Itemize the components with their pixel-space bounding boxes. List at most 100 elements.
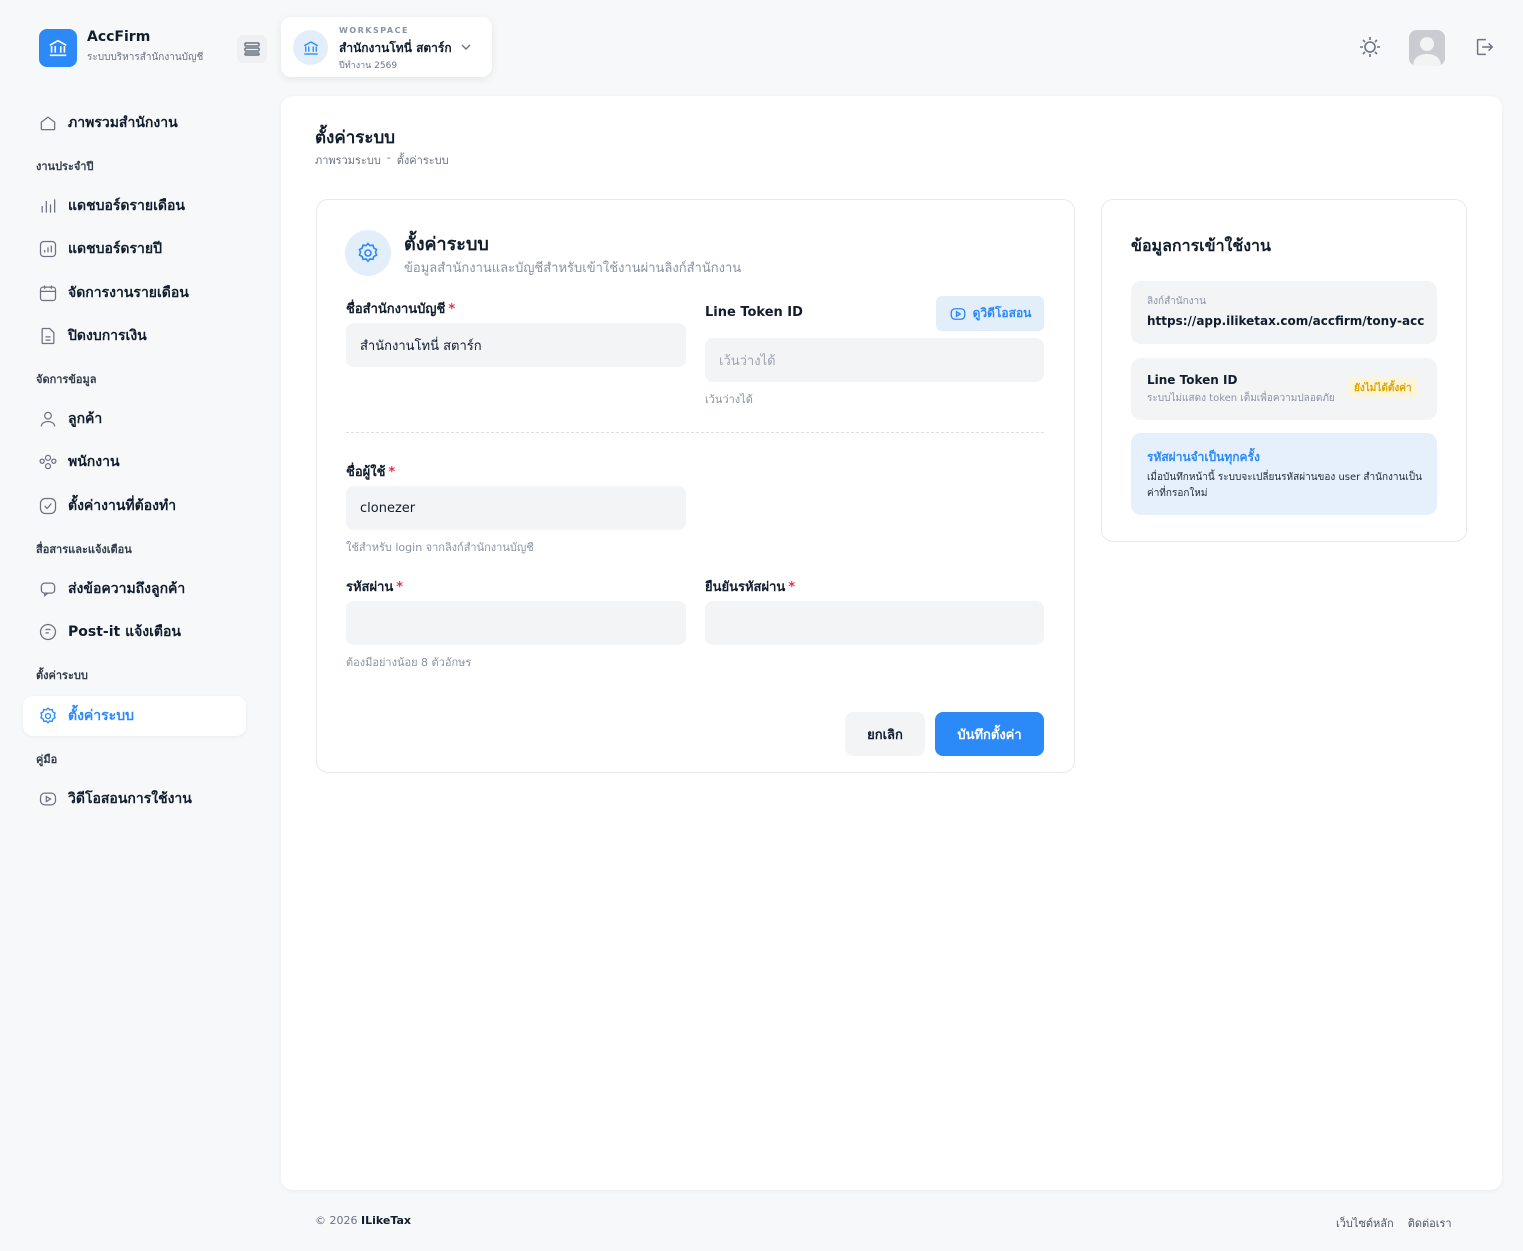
page-title: ตั้งค่าระบบ bbox=[315, 128, 396, 148]
sidebar-item-customers[interactable]: ลูกค้า bbox=[23, 399, 246, 439]
workspace-label: WORKSPACE bbox=[339, 26, 409, 35]
workspace-name: สำนักงานโทนี่ สตาร์ก bbox=[339, 41, 452, 55]
sidebar-item-label: ตั้งค่างานที่ต้องทำ bbox=[68, 498, 177, 514]
nav-section-heading: งานประจำปี bbox=[36, 160, 94, 173]
sidebar-item-label: Post-it แจ้งเตือน bbox=[68, 624, 181, 640]
nav-section-heading: สื่อสารและแจ้งเตือน bbox=[36, 543, 132, 556]
workspace-switcher[interactable]: WORKSPACE สำนักงานโทนี่ สตาร์ก ปีทำงาน 2… bbox=[281, 17, 492, 77]
sidebar-item-label: ลูกค้า bbox=[68, 411, 103, 427]
watch-video-button[interactable]: ดูวิดีโอสอน bbox=[936, 296, 1044, 331]
sidebar-item-label: ภาพรวมสำนักงาน bbox=[68, 115, 178, 131]
password-label: รหัสผ่าน * bbox=[346, 576, 403, 597]
sidebar-item-label: ตั้งค่าระบบ bbox=[68, 708, 134, 724]
office-name-input[interactable]: สำนักงานโทนี่ สตาร์ก bbox=[346, 323, 686, 367]
form-title: ตั้งค่าระบบ bbox=[404, 234, 489, 255]
sidebar-item-label: พนักงาน bbox=[68, 454, 120, 470]
bank-icon bbox=[293, 30, 328, 65]
theme-toggle-button[interactable] bbox=[1356, 33, 1384, 61]
sidebar-item-label: จัดการงานรายเดือน bbox=[68, 285, 189, 301]
calendar-icon bbox=[38, 283, 58, 303]
footer-link-contact[interactable]: ติดต่อเรา bbox=[1408, 1214, 1452, 1232]
sidebar-item-monthly-dashboard[interactable]: แดชบอร์ดรายเดือน bbox=[23, 186, 246, 226]
sidebar-item-video-tutorials[interactable]: วิดีโอสอนการใช้งาน bbox=[23, 779, 246, 819]
nav-section-heading: คู่มือ bbox=[36, 753, 58, 766]
username-label: ชื่อผู้ใช้ * bbox=[346, 461, 395, 482]
password-input[interactable] bbox=[346, 601, 686, 645]
copyright-text: © 2026 bbox=[315, 1214, 358, 1227]
password-hint: ต้องมีอย่างน้อย 8 ตัวอักษร bbox=[346, 656, 472, 669]
section-divider bbox=[346, 432, 1044, 433]
watch-video-label: ดูวิดีโอสอน bbox=[972, 306, 1032, 320]
sidebar-item-employees[interactable]: พนักงาน bbox=[23, 442, 246, 482]
required-mark: * bbox=[388, 465, 396, 480]
check-box-icon bbox=[38, 496, 58, 516]
bank-icon bbox=[49, 39, 67, 57]
sidebar-item-postit[interactable]: Post-it แจ้งเตือน bbox=[23, 612, 246, 652]
line-token-label: Line Token ID bbox=[705, 305, 803, 320]
user-icon bbox=[38, 409, 58, 429]
sticky-note-icon bbox=[38, 622, 58, 642]
logout-button[interactable] bbox=[1470, 33, 1498, 61]
app-subtitle: ระบบบริหารสำนักงานบัญชี bbox=[87, 52, 204, 63]
required-mark: * bbox=[448, 302, 456, 317]
chevron-down-icon bbox=[458, 39, 474, 59]
sidebar-item-label: แดชบอร์ดรายเดือน bbox=[68, 198, 185, 214]
bar-chart-icon bbox=[38, 196, 58, 216]
app-logo[interactable] bbox=[39, 29, 77, 67]
sidebar-item-financial-closing[interactable]: ปิดงบการเงิน bbox=[23, 316, 246, 356]
footer-copyright: © 2026 ILikeTax bbox=[315, 1214, 411, 1227]
sidebar-item-yearly-dashboard[interactable]: แดชบอร์ดรายปี bbox=[23, 229, 246, 269]
sidebar-item-label: วิดีโอสอนการใช้งาน bbox=[68, 791, 192, 807]
sidebar-item-overview[interactable]: ภาพรวมสำนักงาน bbox=[23, 103, 246, 143]
workspace-year: ปีทำงาน 2569 bbox=[339, 61, 398, 71]
breadcrumb-item[interactable]: ภาพรวมระบบ bbox=[315, 151, 381, 169]
gear-icon bbox=[345, 230, 391, 276]
password-note-title: รหัสผ่านจำเป็นทุกครั้ง bbox=[1147, 450, 1260, 464]
required-mark: * bbox=[788, 580, 796, 595]
password-note-text: เมื่อบันทึกหน้านี้ ระบบจะเปลี่ยนรหัสผ่าน… bbox=[1147, 472, 1422, 499]
cancel-button[interactable]: ยกเลิก bbox=[845, 712, 925, 756]
video-icon bbox=[950, 307, 966, 320]
nav-section-heading: จัดการข้อมูล bbox=[36, 373, 97, 386]
office-link-box bbox=[1131, 281, 1437, 344]
footer-links: เว็บไซต์หลัก ติดต่อเรา bbox=[1336, 1214, 1452, 1232]
status-badge: ยังไม่ได้ตั้งค่า bbox=[1348, 378, 1418, 398]
breadcrumb-separator: - bbox=[386, 151, 391, 164]
label-text: รหัสผ่าน bbox=[346, 580, 394, 595]
confirm-password-label: ยืนยันรหัสผ่าน * bbox=[705, 576, 795, 597]
document-icon bbox=[38, 326, 58, 346]
office-link-value[interactable]: https://app.iliketax.com/accfirm/tony-ac… bbox=[1147, 314, 1424, 328]
sidebar-item-message-customers[interactable]: ส่งข้อความถึงลูกค้า bbox=[23, 569, 246, 609]
sidebar-item-monthly-tasks[interactable]: จัดการงานรายเดือน bbox=[23, 273, 246, 313]
avatar[interactable] bbox=[1409, 30, 1445, 66]
footer-link-main-site[interactable]: เว็บไซต์หลัก bbox=[1336, 1214, 1394, 1232]
sidebar-item-label: ส่งข้อความถึงลูกค้า bbox=[68, 581, 186, 597]
app-name: AccFirm bbox=[87, 29, 151, 45]
office-name-label: ชื่อสำนักงานบัญชี * bbox=[346, 298, 455, 319]
chart-box-icon bbox=[38, 239, 58, 259]
label-text: ชื่อสำนักงานบัญชี bbox=[346, 302, 446, 317]
home-icon bbox=[38, 113, 58, 133]
required-mark: * bbox=[396, 580, 404, 595]
gear-icon bbox=[38, 706, 58, 726]
line-token-input[interactable]: เว้นว่างได้ bbox=[705, 338, 1044, 382]
label-text: ชื่อผู้ใช้ bbox=[346, 465, 386, 480]
logout-icon bbox=[1476, 38, 1494, 56]
menu-toggle-button[interactable] bbox=[237, 35, 267, 63]
confirm-password-input[interactable] bbox=[705, 601, 1044, 645]
office-link-label: ลิงก์สำนักงาน bbox=[1147, 296, 1207, 307]
breadcrumb-item: ตั้งค่าระบบ bbox=[396, 154, 449, 167]
sidebar-item-task-settings[interactable]: ตั้งค่างานที่ต้องทำ bbox=[23, 486, 246, 526]
save-settings-button[interactable]: บันทึกตั้งค่า bbox=[935, 712, 1044, 756]
breadcrumb: ภาพรวมระบบ - ตั้งค่าระบบ bbox=[315, 151, 449, 169]
username-input[interactable]: clonezer bbox=[346, 486, 686, 530]
line-token-hint: เว้นว่างได้ bbox=[705, 393, 753, 406]
chat-icon bbox=[38, 579, 58, 599]
team-icon bbox=[38, 452, 58, 472]
form-description: ข้อมูลสำนักงานและบัญชีสำหรับเข้าใช้งานผ่… bbox=[404, 261, 742, 276]
sidebar-item-label: แดชบอร์ดรายปี bbox=[68, 241, 162, 257]
sidebar-item-system-settings[interactable]: ตั้งค่าระบบ bbox=[23, 696, 246, 736]
label-text: ยืนยันรหัสผ่าน bbox=[705, 580, 786, 595]
username-hint: ใช้สำหรับ login จากลิงก์สำนักงานบัญชี bbox=[346, 541, 534, 554]
nav-section-heading: ตั้งค่าระบบ bbox=[36, 669, 88, 682]
